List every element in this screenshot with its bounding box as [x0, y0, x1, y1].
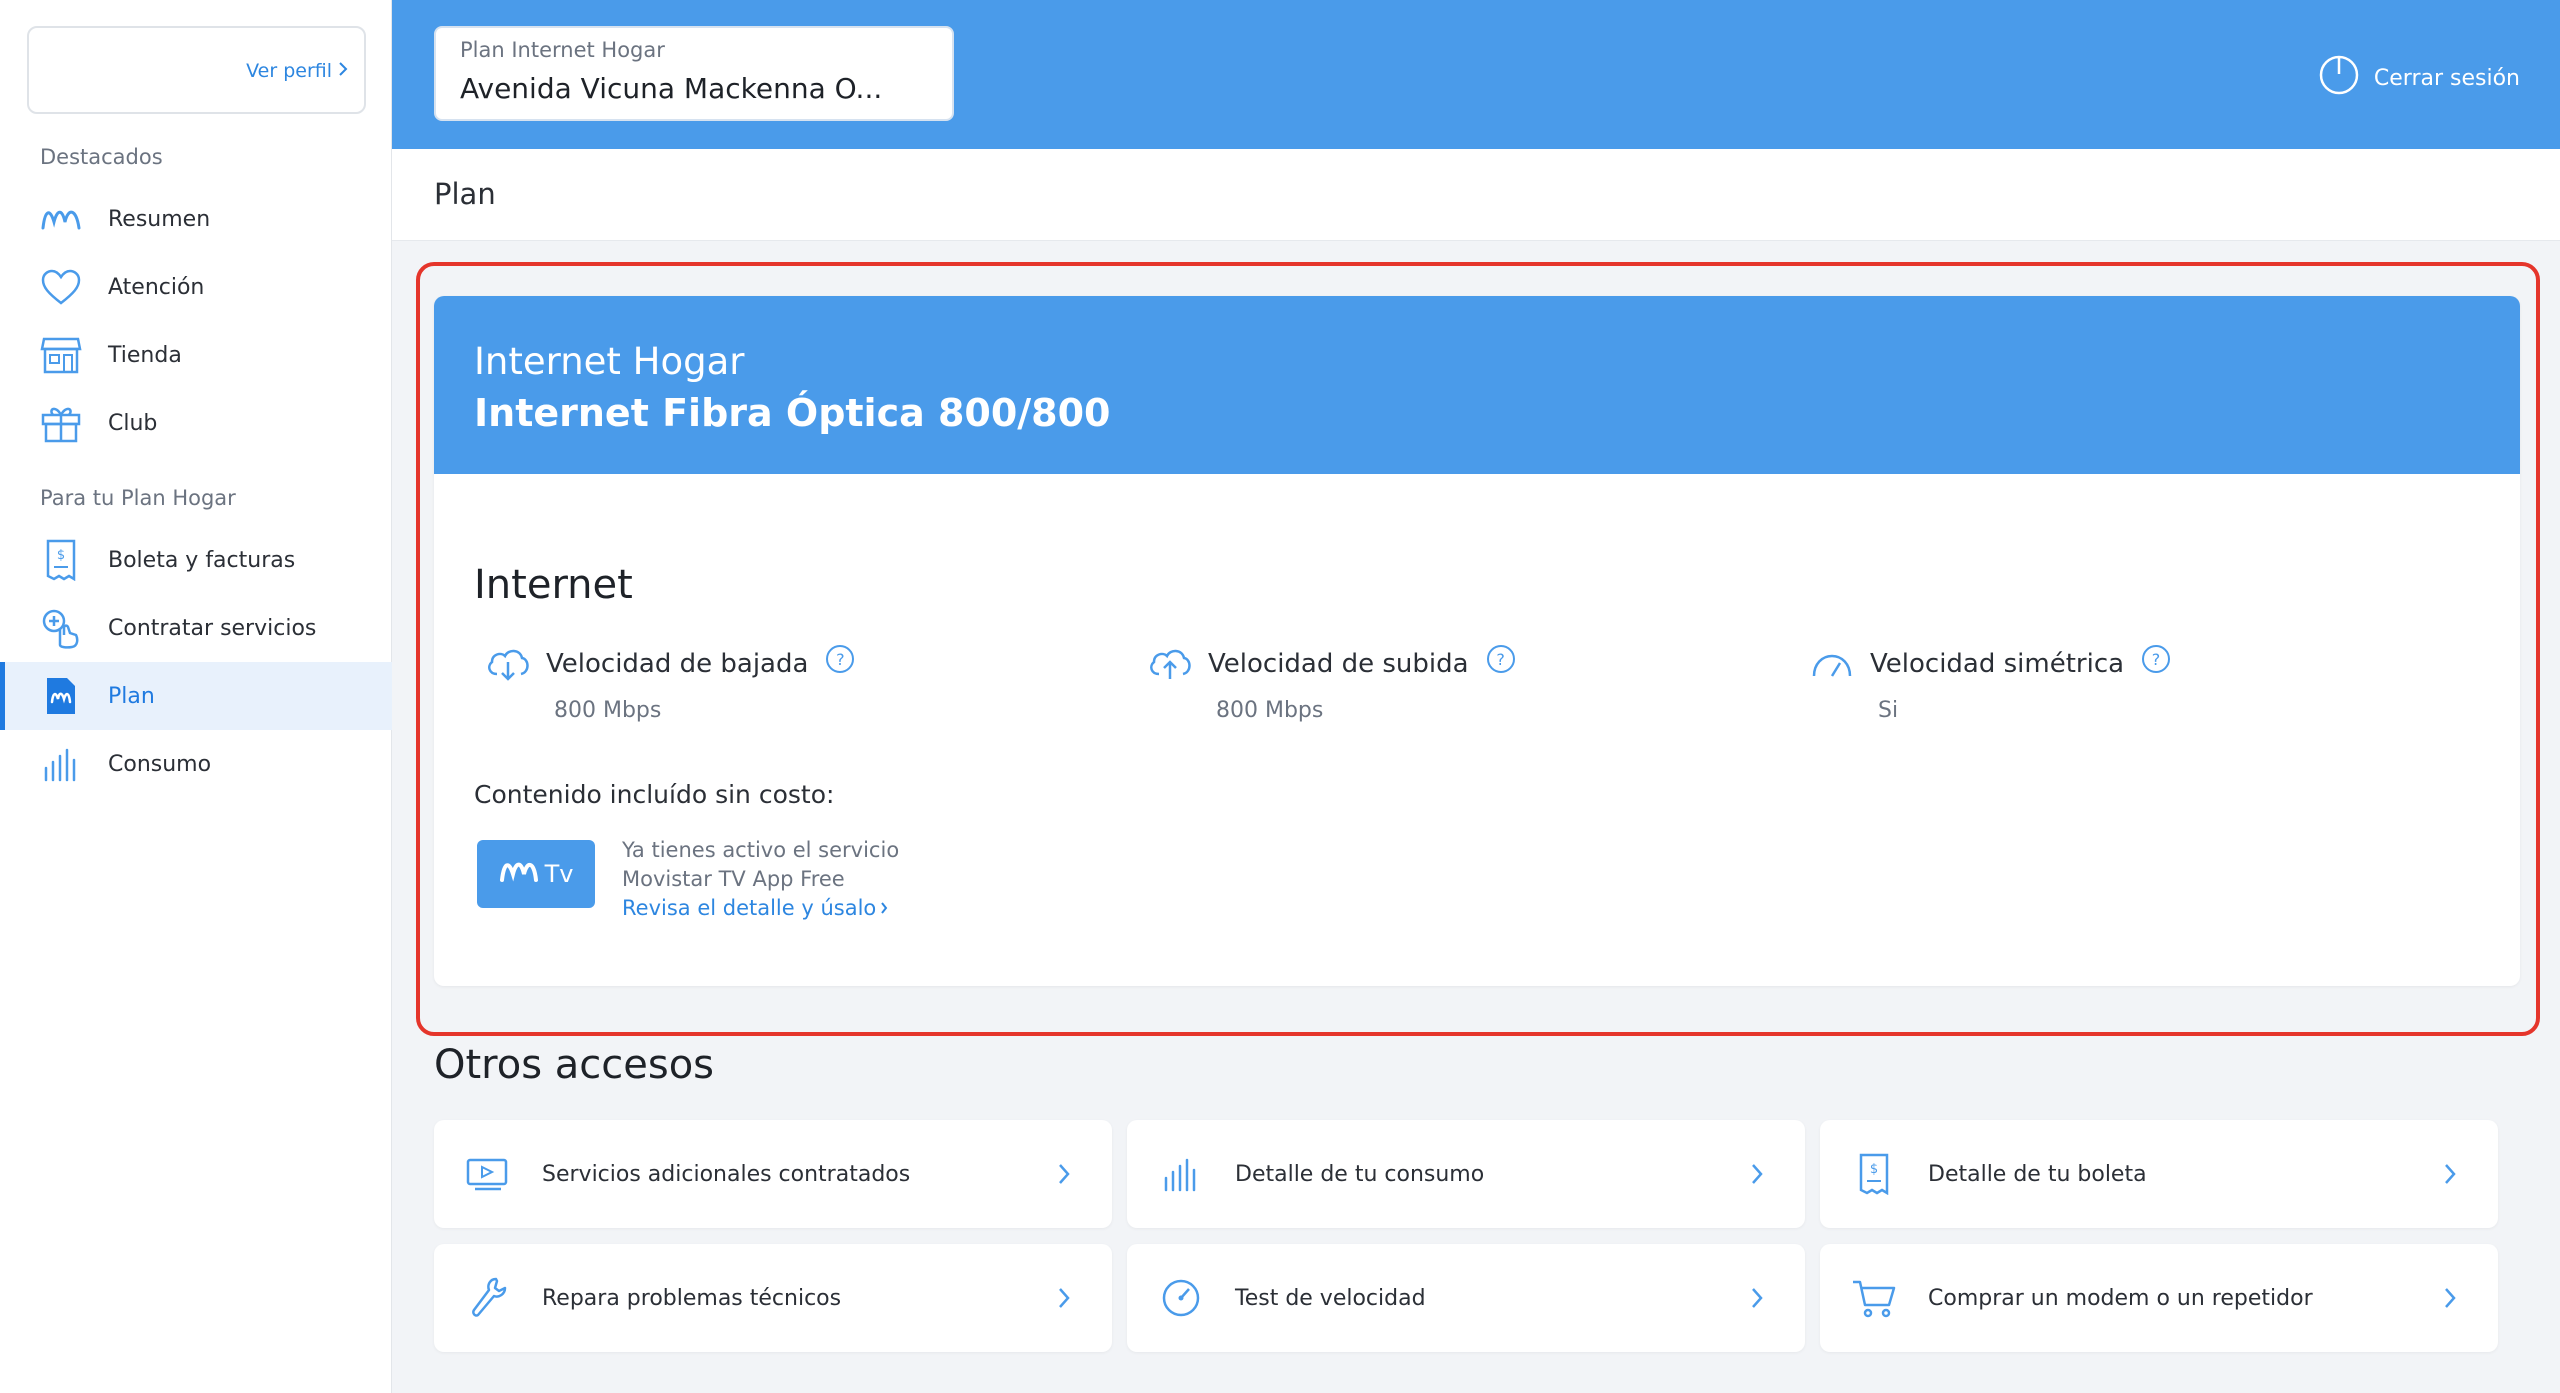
plan-selector-label: Plan Internet Hogar	[460, 38, 665, 62]
page-title: Plan	[434, 177, 496, 211]
chevron-right-icon	[1044, 1162, 1084, 1186]
tv-service-info: Ya tienes activo el servicio Movistar TV…	[622, 836, 899, 923]
chevron-right-icon	[1737, 1286, 1777, 1310]
top-header: Plan Internet Hogar Avenida Vicuna Macke…	[392, 0, 2560, 149]
speed-download: Velocidad de bajada ? 800 Mbps	[484, 644, 1104, 723]
cloud-upload-icon	[1146, 644, 1194, 684]
help-icon[interactable]: ?	[2142, 645, 2171, 673]
view-profile-label: Ver perfil	[246, 60, 332, 82]
wrench-icon	[462, 1272, 514, 1324]
sidebar-item-label: Contratar servicios	[108, 615, 317, 641]
sidebar-item-club[interactable]: Club	[0, 389, 392, 457]
chevron-right-icon	[2430, 1162, 2470, 1186]
speed-upload: Velocidad de subida ? 800 Mbps	[1146, 644, 1766, 723]
chevron-right-icon	[1737, 1162, 1777, 1186]
view-profile-link[interactable]: Ver perfil	[246, 60, 348, 82]
logout-label: Cerrar sesión	[2373, 65, 2520, 91]
chevron-right-icon	[2430, 1286, 2470, 1310]
sidebar-item-consumo[interactable]: Consumo	[0, 730, 392, 798]
access-label: Detalle de tu consumo	[1235, 1161, 1485, 1187]
access-label: Repara problemas técnicos	[542, 1285, 842, 1311]
store-icon	[40, 334, 82, 376]
tv-line1: Ya tienes activo el servicio	[622, 838, 900, 862]
plan-category: Internet Hogar	[474, 340, 745, 383]
access-label: Comprar un modem o un repetidor	[1928, 1285, 2313, 1311]
included-content-title: Contenido incluído sin costo:	[474, 780, 835, 809]
plan-card: Internet Hogar Internet Fibra Óptica 800…	[434, 296, 2520, 986]
movistar-tv-logo: Tv	[477, 840, 595, 908]
sidebar: Ver perfil Destacados Resumen Atención T…	[0, 0, 392, 1393]
access-comprar-modem[interactable]: Comprar un modem o un repetidor	[1820, 1244, 2498, 1352]
section-title-destacados: Destacados	[40, 145, 163, 169]
invoice-icon: $	[40, 539, 82, 581]
sidebar-item-label: Atención	[108, 274, 205, 300]
access-detalle-boleta[interactable]: $ Detalle de tu boleta	[1820, 1120, 2498, 1228]
access-label: Servicios adicionales contratados	[542, 1161, 911, 1187]
movistar-logo-icon	[40, 198, 82, 240]
access-label: Detalle de tu boleta	[1928, 1161, 2147, 1187]
chevron-right-icon	[880, 894, 888, 923]
chevron-right-icon	[338, 60, 348, 82]
internet-section-title: Internet	[474, 562, 633, 608]
sidebar-item-label: Plan	[108, 683, 155, 709]
plan-name: Internet Fibra Óptica 800/800	[474, 391, 1111, 435]
access-repara-problemas[interactable]: Repara problemas técnicos	[434, 1244, 1112, 1352]
touch-plus-icon	[40, 607, 82, 649]
heart-icon	[40, 266, 82, 308]
logout-button[interactable]: Cerrar sesión	[2318, 54, 2520, 102]
page-header: Plan	[392, 149, 2560, 241]
tv-detail-link-label: Revisa el detalle y úsalo	[622, 896, 877, 920]
sidebar-item-label: Boleta y facturas	[108, 547, 296, 573]
sidebar-item-atencion[interactable]: Atención	[0, 253, 392, 321]
help-icon[interactable]: ?	[826, 645, 855, 673]
speedometer-icon	[1155, 1272, 1207, 1324]
access-servicios-adicionales[interactable]: Servicios adicionales contratados	[434, 1120, 1112, 1228]
speed-download-label: Velocidad de bajada	[546, 649, 809, 679]
access-label: Test de velocidad	[1235, 1285, 1426, 1311]
bar-chart-icon	[1155, 1148, 1207, 1200]
sidebar-item-plan[interactable]: Plan	[0, 662, 392, 730]
access-detalle-consumo[interactable]: Detalle de tu consumo	[1127, 1120, 1805, 1228]
sidebar-item-tienda[interactable]: Tienda	[0, 321, 392, 389]
sidebar-item-label: Resumen	[108, 206, 211, 232]
speed-upload-value: 800 Mbps	[1216, 698, 1324, 723]
bar-chart-icon	[40, 743, 82, 785]
gift-icon	[40, 402, 82, 444]
invoice-icon: $	[1848, 1148, 1900, 1200]
svg-text:$: $	[57, 548, 65, 563]
tv-services-icon	[462, 1148, 514, 1200]
tv-logo-text: Tv	[544, 860, 574, 888]
sidebar-item-label: Tienda	[108, 342, 182, 368]
speed-symmetric: Velocidad simétrica ? Si	[1808, 644, 2428, 723]
cart-icon	[1848, 1272, 1900, 1324]
help-icon[interactable]: ?	[1486, 645, 1515, 673]
chevron-right-icon	[1044, 1286, 1084, 1310]
tv-detail-link[interactable]: Revisa el detalle y úsalo	[622, 894, 899, 923]
plan-selector[interactable]: Plan Internet Hogar Avenida Vicuna Macke…	[434, 26, 954, 121]
plan-document-icon	[40, 675, 82, 717]
plan-selector-value: Avenida Vicuna Mackenna O...	[460, 72, 883, 105]
access-test-velocidad[interactable]: Test de velocidad	[1127, 1244, 1805, 1352]
svg-text:$: $	[1870, 1162, 1878, 1177]
speed-symmetric-label: Velocidad simétrica	[1870, 649, 2125, 679]
plan-banner: Internet Hogar Internet Fibra Óptica 800…	[434, 296, 2520, 474]
profile-card[interactable]: Ver perfil	[27, 26, 366, 114]
tv-line2: Movistar TV App Free	[622, 867, 845, 891]
sidebar-item-label: Consumo	[108, 751, 212, 777]
cloud-download-icon	[484, 644, 532, 684]
sidebar-item-boleta[interactable]: $ Boleta y facturas	[0, 526, 392, 594]
sidebar-item-contratar[interactable]: Contratar servicios	[0, 594, 392, 662]
sidebar-item-resumen[interactable]: Resumen	[0, 185, 392, 253]
other-access-title: Otros accesos	[434, 1042, 715, 1088]
sidebar-item-label: Club	[108, 410, 158, 436]
section-title-plan-hogar: Para tu Plan Hogar	[40, 486, 236, 510]
speed-symmetric-value: Si	[1878, 698, 1899, 723]
speed-upload-label: Velocidad de subida	[1208, 649, 1469, 679]
movistar-logo-icon	[499, 857, 539, 891]
speedometer-icon	[1808, 644, 1856, 684]
speed-download-value: 800 Mbps	[554, 698, 662, 723]
power-icon	[2318, 54, 2360, 102]
